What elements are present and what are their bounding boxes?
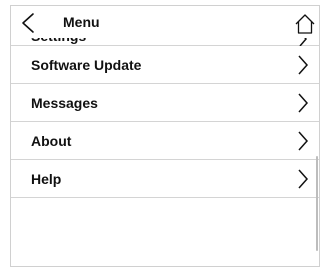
- menu-item-software-update[interactable]: Software Update: [11, 46, 319, 84]
- home-icon[interactable]: [293, 12, 317, 36]
- chevron-right-icon: [298, 169, 309, 188]
- scrollbar[interactable]: [316, 156, 318, 251]
- menu-item-label: Software Update: [31, 56, 142, 73]
- menu-item-label: Messages: [31, 94, 98, 111]
- menu-item-label: Help: [31, 170, 62, 187]
- menu-item-messages[interactable]: Messages: [11, 84, 319, 122]
- header-bar: Menu: [11, 6, 319, 38]
- chevron-left-icon[interactable]: [19, 12, 37, 34]
- chevron-right-icon: [298, 93, 309, 112]
- menu-list: Settings Software Update Messages About …: [11, 26, 319, 198]
- menu-item-help[interactable]: Help: [11, 160, 319, 198]
- menu-item-label: About: [31, 132, 72, 149]
- chevron-right-icon: [298, 55, 309, 74]
- menu-screen: Menu Settings Software Update Messages A…: [10, 5, 320, 267]
- page-title: Menu: [63, 14, 100, 30]
- chevron-right-icon: [298, 131, 309, 150]
- menu-item-about[interactable]: About: [11, 122, 319, 160]
